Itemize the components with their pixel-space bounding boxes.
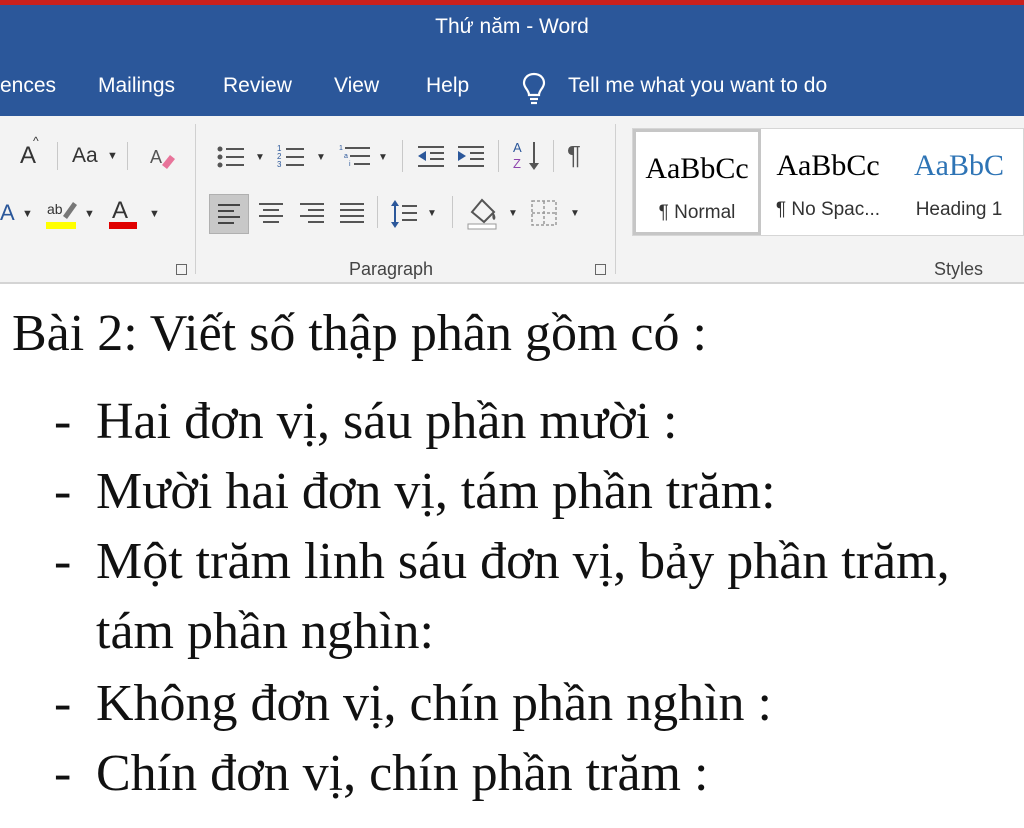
list-bullet: -: [54, 533, 72, 590]
document-page[interactable]: Bài 2: Viết số thập phân gồm có : - Hai …: [0, 284, 1024, 828]
sort-icon[interactable]: A Z: [512, 138, 542, 174]
title-bar: Thứ năm - Word: [0, 0, 1024, 58]
style-preview: AaBbCc: [645, 152, 749, 185]
chevron-down-icon: ▼: [84, 208, 95, 220]
window-title: Thứ năm - Word: [435, 15, 589, 38]
list-item: Không đơn vị, chín phần nghìn :: [96, 675, 772, 732]
decrease-indent-icon[interactable]: [416, 142, 446, 172]
svg-text:i: i: [349, 161, 351, 168]
clear-formatting-icon[interactable]: A: [148, 143, 176, 171]
chevron-down-icon: ▼: [508, 208, 518, 219]
style-heading-1[interactable]: AaBbC Heading 1: [895, 129, 1023, 235]
align-left-icon: [218, 204, 240, 224]
svg-text:Z: Z: [513, 156, 521, 171]
divider: [377, 196, 378, 228]
numbering-icon[interactable]: 123: [276, 142, 306, 172]
list-bullet: -: [54, 745, 72, 802]
divider: [402, 140, 403, 172]
show-formatting-marks-icon[interactable]: ¶: [567, 140, 581, 171]
svg-text:3: 3: [277, 160, 282, 169]
chevron-down-icon: ▼: [149, 208, 160, 220]
list-item: Mười hai đơn vị, tám phần trăm:: [96, 463, 776, 520]
borders-icon[interactable]: [530, 198, 558, 228]
style-name: Heading 1: [915, 199, 1003, 220]
chevron-down-icon: ▼: [255, 152, 265, 163]
divider: [57, 142, 58, 170]
style-preview: AaBbCc: [776, 149, 880, 182]
style-no-spacing[interactable]: AaBbCc ¶ No Spac...: [763, 129, 893, 235]
list-item: Một trăm linh sáu đơn vị, bảy phần trăm,: [96, 533, 950, 590]
shading-icon[interactable]: [466, 194, 500, 232]
svg-text:A: A: [112, 197, 128, 224]
chevron-down-icon: ▼: [316, 152, 326, 163]
font-dialog-launcher-icon[interactable]: [176, 264, 187, 275]
divider: [127, 142, 128, 170]
list-bullet: -: [54, 393, 72, 450]
change-case-button[interactable]: Aa: [72, 144, 98, 168]
align-right-icon[interactable]: [297, 196, 327, 232]
tab-review[interactable]: Review: [223, 74, 292, 98]
style-name: ¶ No Spac...: [775, 199, 881, 220]
paragraph-group-label: Paragraph: [349, 259, 434, 279]
bullets-icon[interactable]: [216, 142, 246, 172]
chevron-down-icon: ▼: [570, 208, 580, 219]
divider: [498, 140, 499, 172]
text-effects-icon[interactable]: A: [0, 200, 15, 226]
group-separator: [195, 124, 196, 274]
chevron-down-icon: ▼: [107, 150, 118, 162]
list-item-continuation: tám phần nghìn:: [96, 603, 434, 660]
style-normal[interactable]: AaBbCc ¶ Normal: [633, 129, 761, 235]
justify-icon[interactable]: [337, 196, 367, 232]
svg-text:A: A: [150, 147, 162, 167]
svg-text:1: 1: [339, 145, 343, 152]
increase-indent-icon[interactable]: [456, 142, 486, 172]
lightbulb-icon[interactable]: [520, 71, 548, 105]
divider: [452, 196, 453, 228]
font-color-icon[interactable]: A: [108, 196, 138, 232]
tab-mailings[interactable]: Mailings: [98, 74, 175, 98]
align-left-button[interactable]: [209, 194, 249, 234]
ribbon-tabs: ences Mailings Review View Help Tell me …: [0, 58, 1024, 116]
list-bullet: -: [54, 675, 72, 732]
svg-text:A: A: [513, 140, 522, 155]
list-item: Hai đơn vị, sáu phần mười :: [96, 393, 678, 450]
styles-group-label: Styles: [934, 259, 984, 279]
chevron-down-icon: ▼: [427, 208, 437, 219]
line-spacing-icon[interactable]: [389, 196, 419, 232]
tab-references[interactable]: ences: [0, 74, 56, 98]
align-center-icon[interactable]: [256, 196, 286, 232]
ribbon: A ^ Aa ▼ A A ▼ ab ▼ A ▼ ▼ 123 ▼ 1ai ▼ A …: [0, 116, 1024, 284]
group-separator: [615, 124, 616, 274]
chevron-down-icon: ▼: [378, 152, 388, 163]
svg-text:ab: ab: [47, 201, 63, 217]
highlight-color-icon[interactable]: ab: [45, 196, 79, 232]
paragraph-dialog-launcher-icon[interactable]: [595, 264, 606, 275]
list-bullet: -: [54, 463, 72, 520]
style-name: ¶ Normal: [658, 202, 736, 223]
multilevel-list-icon[interactable]: 1ai: [338, 142, 372, 172]
grow-font-caret: ^: [33, 134, 39, 148]
list-item: Chín đơn vị, chín phần trăm :: [96, 745, 709, 802]
tab-help[interactable]: Help: [426, 74, 469, 98]
style-preview: AaBbC: [914, 149, 1004, 182]
chevron-down-icon: ▼: [22, 208, 33, 220]
tell-me-search[interactable]: Tell me what you want to do: [568, 74, 827, 98]
styles-gallery: AaBbCc ¶ Normal AaBbCc ¶ No Spac... AaBb…: [632, 128, 1024, 236]
tab-view[interactable]: View: [334, 74, 379, 98]
exercise-heading: Bài 2: Viết số thập phân gồm có :: [12, 305, 707, 362]
divider: [553, 140, 554, 172]
svg-text:a: a: [344, 153, 348, 160]
